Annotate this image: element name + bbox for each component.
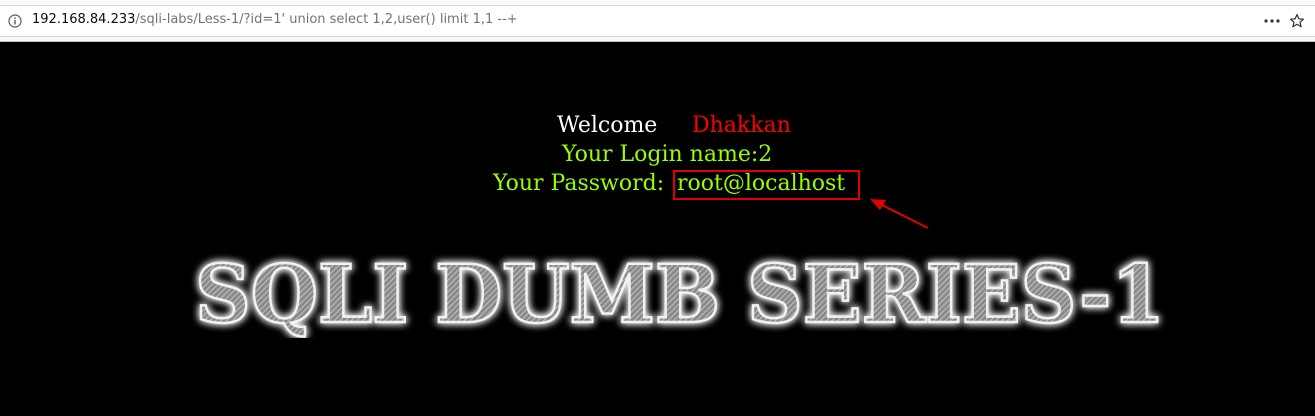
login-name-output: Your Login name:2 [562,142,773,167]
banner-title: SQLI DUMB SERIES-1 [194,248,1167,338]
welcome-name: Dhakkan [692,113,791,138]
welcome-label: Welcome [557,113,658,138]
bookmark-star-icon[interactable] [1289,13,1305,29]
banner-title-text: SQLI DUMB SERIES-1 [195,248,1165,338]
page-content: Welcome Dhakkan Your Login name:2 Your P… [0,42,1315,416]
url-text[interactable]: 192.168.84.233/sqli-labs/Less-1/?id=1' u… [32,12,518,27]
annotation-arrow-icon [870,199,929,229]
url-host: 192.168.84.233 [32,12,136,27]
info-icon[interactable] [8,14,22,28]
url-path: /sqli-labs/Less-1/?id=1' union select 1,… [135,12,518,27]
address-bar[interactable]: 192.168.84.233/sqli-labs/Less-1/?id=1' u… [0,5,1315,37]
password-label: Your Password: [493,171,665,196]
menu-dots-icon[interactable] [1263,17,1281,25]
browser-toolbar: 192.168.84.233/sqli-labs/Less-1/?id=1' u… [0,0,1315,42]
highlight-box [673,170,860,200]
